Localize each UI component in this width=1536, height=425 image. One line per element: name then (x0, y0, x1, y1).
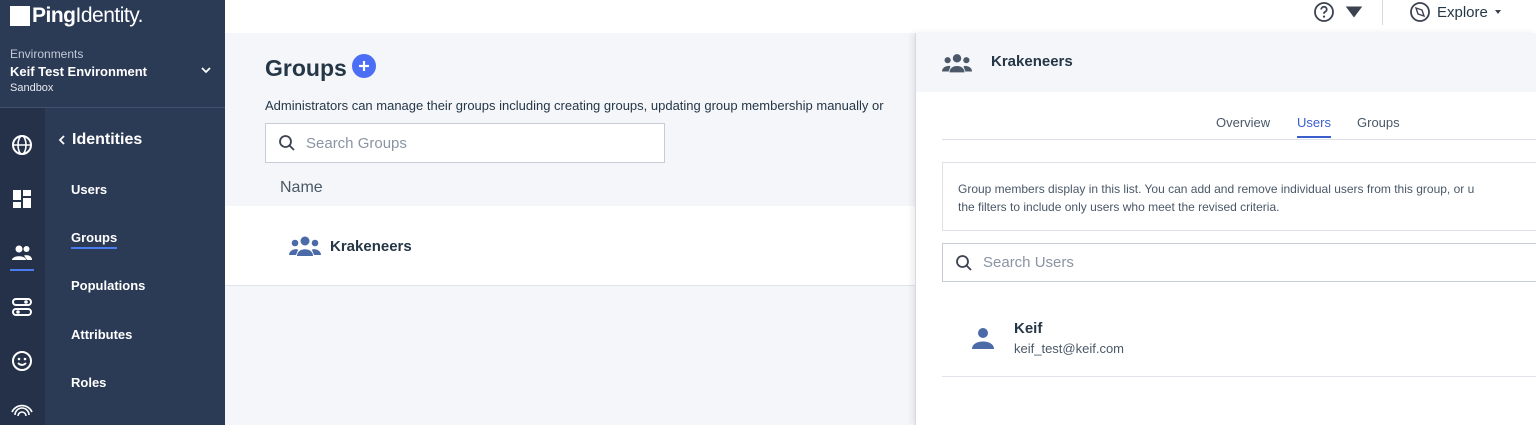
identities-icon[interactable] (10, 241, 34, 265)
info-message: Group members display in this list. You … (942, 162, 1536, 231)
group-name: Krakeneers (330, 238, 412, 255)
search-icon (956, 254, 972, 271)
page-title: Groups (265, 55, 347, 81)
panel-title: Krakeneers (991, 53, 1073, 70)
environment-type: Sandbox (10, 82, 54, 94)
tab-overview[interactable]: Overview (1216, 115, 1270, 136)
chevron-left-icon (58, 135, 65, 145)
logo-light: Identity. (75, 4, 144, 27)
info-line-1: Group members display in this list. You … (958, 182, 1475, 196)
top-bar: Explore (225, 0, 1536, 33)
user-name: Keif (1014, 320, 1043, 337)
globe-icon[interactable] (10, 133, 34, 157)
environment-selector[interactable]: Environments Keif Test Environment Sandb… (0, 44, 225, 108)
explore-label: Explore (1437, 3, 1488, 21)
sidebar-item-users[interactable]: Users (71, 182, 107, 197)
group-icon (289, 236, 321, 256)
search-users-input[interactable] (983, 254, 1523, 271)
compass-icon (1410, 2, 1430, 22)
plus-icon (359, 61, 369, 71)
nav-section-title: Identities (72, 131, 143, 148)
dashboard-icon[interactable] (10, 187, 34, 211)
nav-rail (0, 108, 45, 425)
topbar-divider (1382, 0, 1383, 25)
connections-icon[interactable] (10, 295, 34, 319)
logo-bold: Ping (32, 4, 76, 27)
search-icon (279, 135, 295, 151)
ping-identity-logo[interactable]: PingIdentity. (10, 4, 143, 28)
sidebar: PingIdentity. Environments Keif Test Env… (0, 0, 225, 425)
chevron-down-icon[interactable] (199, 63, 213, 77)
add-group-button[interactable] (352, 54, 376, 78)
sidebar-item-populations[interactable]: Populations (71, 278, 145, 293)
panel-header: Krakeneers (916, 33, 1536, 92)
page-description: Administrators can manage their groups i… (265, 98, 884, 113)
user-email: keif_test@keif.com (1014, 341, 1125, 356)
search-groups-box (265, 123, 665, 163)
nav-back-identities[interactable]: Identities (56, 131, 142, 149)
caret-down-icon (1345, 6, 1363, 18)
environment-name: Keif Test Environment (10, 64, 148, 79)
group-details-panel: Krakeneers Overview Users Groups Group m… (915, 33, 1536, 425)
active-rail-indicator (10, 269, 34, 271)
group-icon (942, 54, 972, 73)
help-button[interactable] (1313, 1, 1365, 23)
help-icon (1314, 2, 1334, 22)
search-users-box (942, 243, 1536, 282)
search-groups-input[interactable] (306, 134, 646, 152)
fingerprint-icon[interactable] (10, 403, 34, 425)
user-icon (972, 328, 994, 349)
logo-mark (10, 6, 30, 26)
explore-button[interactable]: Explore (1409, 1, 1502, 23)
info-line-2: the filters to include only users who me… (958, 200, 1280, 214)
sidebar-item-roles[interactable]: Roles (71, 375, 106, 390)
sidebar-item-attributes[interactable]: Attributes (71, 327, 132, 342)
sidebar-item-groups[interactable]: Groups (71, 230, 118, 249)
environment-label: Environments (10, 47, 84, 61)
tab-groups[interactable]: Groups (1357, 115, 1400, 136)
table-row[interactable]: Krakeneers (225, 206, 915, 286)
tab-users[interactable]: Users (1297, 115, 1331, 138)
panel-tabs: Overview Users Groups (942, 115, 1536, 140)
caret-down-icon (1494, 10, 1501, 14)
experiences-icon[interactable] (10, 349, 34, 373)
column-header-name[interactable]: Name (280, 179, 323, 197)
list-item[interactable]: Keif keif_test@keif.com (942, 301, 1536, 377)
main-content: Groups Administrators can manage their g… (225, 33, 915, 425)
